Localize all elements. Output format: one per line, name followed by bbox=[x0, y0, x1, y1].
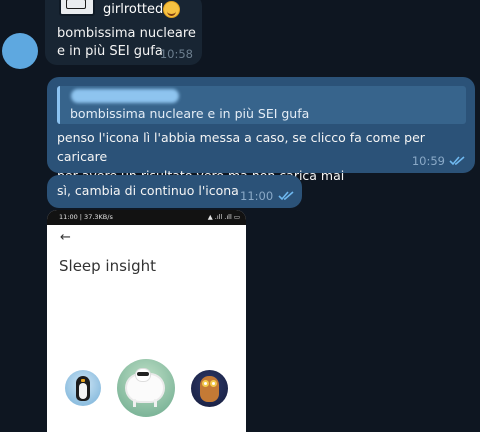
message-time: 10:58 bbox=[159, 47, 193, 61]
message-time: 11:00 bbox=[240, 189, 274, 203]
reply-quote[interactable]: bombissima nucleare e in più SEI gufa bbox=[57, 86, 466, 124]
quote-author-redacted bbox=[71, 89, 179, 103]
back-arrow-icon: ← bbox=[60, 230, 71, 245]
owl-icon bbox=[191, 370, 228, 407]
outgoing-message-text: sì, cambia di continuo l'icona bbox=[57, 183, 239, 198]
message-time: 10:59 bbox=[411, 154, 445, 168]
incoming-message[interactable]: girlrotted bombissima nucleare e in più … bbox=[45, 0, 202, 65]
quote-text: bombissima nucleare e in più SEI gufa bbox=[70, 106, 310, 121]
screenshot-title: Sleep insight bbox=[59, 257, 157, 275]
phone-status-bar: 11:00 | 37.3KB/s ▲ .ıll .ıll ▭ bbox=[47, 210, 246, 225]
reply-image-thumbnail[interactable] bbox=[59, 0, 95, 16]
status-time: 11:00 | 37.3KB/s bbox=[59, 213, 113, 221]
status-icons: ▲ .ıll .ıll ▭ bbox=[207, 213, 240, 221]
outgoing-message[interactable]: bombissima nucleare e in più SEI gufa pe… bbox=[47, 77, 475, 183]
contact-avatar[interactable] bbox=[2, 33, 38, 69]
sheep-icon bbox=[117, 359, 175, 417]
double-check-icon bbox=[278, 191, 294, 201]
smiling-face-with-hearts-icon bbox=[163, 1, 180, 18]
double-check-icon bbox=[449, 156, 465, 166]
shared-screenshot-image[interactable]: 11:00 | 37.3KB/s ▲ .ıll .ıll ▭ ← Sleep i… bbox=[47, 210, 246, 432]
reply-author-name: girlrotted bbox=[103, 2, 164, 17]
penguin-icon bbox=[65, 370, 101, 406]
outgoing-message[interactable]: sì, cambia di continuo l'icona 11:00 bbox=[47, 175, 302, 208]
